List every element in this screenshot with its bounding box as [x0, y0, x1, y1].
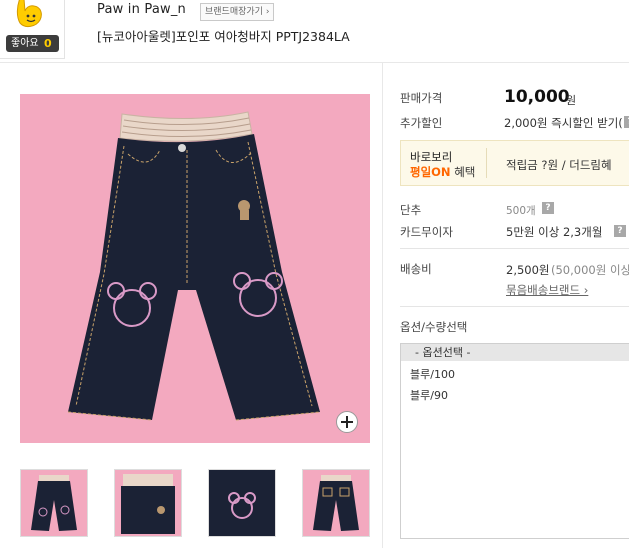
- thumbnail-3[interactable]: [208, 469, 276, 537]
- shipping-label: 배송비: [400, 262, 432, 276]
- thumbnail-jeans-knee: [209, 470, 275, 536]
- help-icon[interactable]: ?: [624, 116, 629, 128]
- discount-label: 추가할인: [400, 116, 443, 130]
- promo-line2: 평일ON 혜택: [410, 164, 475, 180]
- option-placeholder-text: - 옵션선택 -: [415, 346, 471, 359]
- discount-link[interactable]: 2,000원 즉시할인 받기(: [504, 115, 623, 131]
- card-value: 5만원 이상 2,3개월: [506, 225, 603, 239]
- shipping-value: 2,500원: [506, 263, 550, 277]
- promo-highlight: 평일ON: [410, 165, 451, 179]
- option-placeholder[interactable]: - 옵션선택 -: [401, 344, 629, 361]
- separator: [400, 306, 629, 307]
- promo-line2-rest: 혜택: [450, 165, 476, 179]
- thumbnail-1[interactable]: [20, 469, 88, 537]
- shipping-note: (50,000원 이상: [551, 263, 629, 277]
- bundle-shipping-link[interactable]: 묶음배송브랜드 ›: [506, 282, 588, 298]
- option-label: 옵션/수량선택: [400, 320, 468, 334]
- header-divider-line: [0, 62, 629, 63]
- brand-shop-button[interactable]: 브랜드매장가기 ›: [200, 3, 275, 21]
- separator: [400, 248, 629, 249]
- promo-text[interactable]: 적립금 ?원 / 더드림혜: [506, 157, 612, 173]
- like-logo-icon: [16, 0, 42, 28]
- header-divider: [64, 0, 65, 58]
- option-item[interactable]: 블루/90: [410, 387, 448, 403]
- like-count: 0: [44, 37, 52, 50]
- price-label: 판매가격: [400, 91, 443, 105]
- like-box[interactable]: 좋아요 0: [0, 0, 65, 59]
- jeans-illustration: [67, 111, 321, 421]
- promo-divider: [486, 148, 487, 178]
- panel-divider: [382, 63, 383, 548]
- card-help-icon[interactable]: ?: [614, 225, 626, 237]
- seller-name[interactable]: Paw in Paw_n: [97, 2, 186, 17]
- like-label: 좋아요: [11, 38, 39, 49]
- thumbnail-jeans-waist: [121, 474, 175, 534]
- like-badge[interactable]: 좋아요 0: [6, 35, 59, 52]
- thumbnail-jeans: [31, 475, 77, 531]
- unit-label: 단추: [400, 203, 422, 217]
- unit-value: 500개: [506, 205, 536, 217]
- price-value: 10,000: [504, 87, 570, 107]
- zoom-icon[interactable]: [336, 411, 358, 433]
- thumbnail-2[interactable]: [114, 469, 182, 537]
- price-unit: 원: [566, 94, 577, 107]
- card-label: 카드무이자: [400, 225, 453, 239]
- unit-help-icon[interactable]: ?: [542, 202, 554, 214]
- thumbnail-jeans-back: [313, 475, 359, 531]
- promo-line1: 바로보리: [410, 150, 453, 164]
- product-main-image[interactable]: [20, 94, 370, 443]
- thumbnail-4[interactable]: [302, 469, 370, 537]
- option-item[interactable]: 블루/100: [410, 366, 455, 382]
- product-title: [뉴코아아울렛]포인포 여아청바지 PPTJ2384LA: [97, 29, 350, 44]
